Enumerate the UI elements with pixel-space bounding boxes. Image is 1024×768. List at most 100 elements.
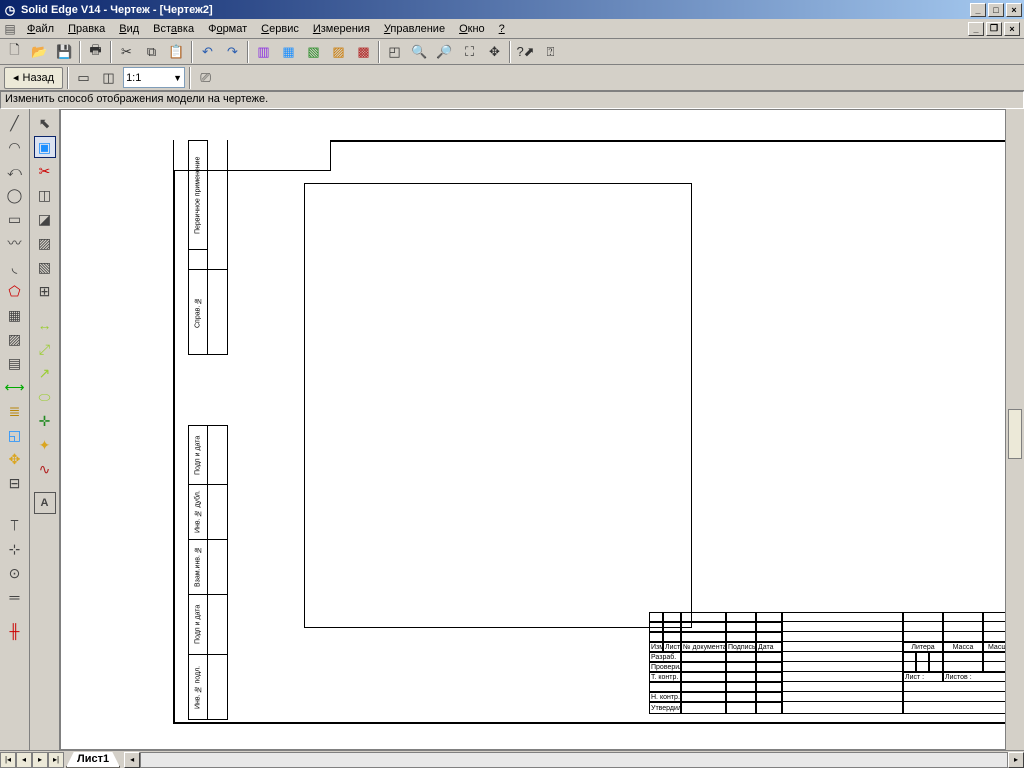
- menu-insert[interactable]: Вставка: [146, 21, 201, 37]
- scale-combo[interactable]: 1:1 ▼: [123, 67, 185, 88]
- undo-icon[interactable]: ↶: [196, 41, 219, 63]
- detail-view-b-icon[interactable]: ◪: [34, 208, 56, 230]
- move-axis-icon[interactable]: ✥: [4, 448, 26, 470]
- rect-tool-icon[interactable]: ▭: [4, 208, 26, 230]
- copy-icon[interactable]: ⧉: [140, 41, 163, 63]
- redo-icon[interactable]: ↷: [221, 41, 244, 63]
- select-tool-icon[interactable]: ⬉: [34, 112, 56, 134]
- draft-view-icon[interactable]: ▣: [34, 136, 56, 158]
- tb-right: Литера: [903, 642, 943, 652]
- mdi-restore-button[interactable]: ❐: [986, 22, 1002, 36]
- back-button[interactable]: ◂ Назад: [4, 67, 63, 89]
- text-tool-icon[interactable]: A: [34, 492, 56, 514]
- zoom-out-icon[interactable]: 🔎: [433, 41, 456, 63]
- tab-next-icon[interactable]: ▸: [32, 752, 48, 768]
- anchor-tool-icon[interactable]: ⊹: [4, 538, 26, 560]
- axis-icon[interactable]: ✦: [34, 434, 56, 456]
- menu-view[interactable]: Вид: [112, 21, 146, 37]
- sheet: Первичное применение Справ. № Подп и дат…: [81, 120, 1006, 730]
- zoom-fit-icon[interactable]: ⛶: [458, 41, 481, 63]
- hatch-tool-icon[interactable]: ▨: [4, 328, 26, 350]
- hatch-c-icon[interactable]: ▧: [34, 256, 56, 278]
- tool-a-icon[interactable]: ▥: [252, 41, 275, 63]
- menu-service[interactable]: Сервис: [254, 21, 306, 37]
- mdi-minimize-button[interactable]: _: [968, 22, 984, 36]
- zoom-area-icon[interactable]: ◰: [383, 41, 406, 63]
- menu-manage[interactable]: Управление: [377, 21, 452, 37]
- cut-icon[interactable]: ✂: [115, 41, 138, 63]
- close-button[interactable]: ×: [1006, 3, 1022, 17]
- origin-icon[interactable]: ✛: [34, 410, 56, 432]
- paste-icon[interactable]: 📋: [165, 41, 188, 63]
- menu-measure[interactable]: Измерения: [306, 21, 377, 37]
- arc-tool-icon[interactable]: ◠: [4, 136, 26, 158]
- draft-view-frame[interactable]: [304, 183, 692, 628]
- menu-format[interactable]: Формат: [201, 21, 254, 37]
- block-tool-icon[interactable]: ▤: [4, 352, 26, 374]
- line-tool-icon[interactable]: ╱: [4, 112, 26, 134]
- sidebar-handle[interactable]: [1008, 409, 1022, 459]
- spline-tool-icon[interactable]: 〰: [4, 232, 26, 254]
- minimize-button[interactable]: _: [970, 3, 986, 17]
- maximize-button[interactable]: □: [988, 3, 1004, 17]
- dim-b-icon[interactable]: ⤢: [34, 338, 56, 360]
- drawing-canvas[interactable]: Первичное применение Справ. № Подп и дат…: [60, 109, 1006, 750]
- dim-tool-icon[interactable]: ⟷: [4, 376, 26, 398]
- circle-tool-icon[interactable]: ◯: [4, 184, 26, 206]
- window-title: Solid Edge V14 - Чертеж - [Чертеж2]: [21, 4, 213, 16]
- new-doc-icon[interactable]: 🗋: [3, 41, 26, 63]
- grid-tool-icon[interactable]: ▦: [4, 304, 26, 326]
- tool-b-icon[interactable]: ▦: [277, 41, 300, 63]
- chevron-down-icon: ▼: [173, 73, 182, 83]
- side-label: Инв. № подл.: [189, 655, 207, 719]
- menu-window[interactable]: Окно: [452, 21, 492, 37]
- menu-help[interactable]: ?: [492, 21, 512, 37]
- balloon-icon[interactable]: ⬭: [34, 386, 56, 408]
- zoom-in-icon[interactable]: 🔍: [408, 41, 431, 63]
- tab-prev-icon[interactable]: ◂: [16, 752, 32, 768]
- fillet-tool-icon[interactable]: ◟: [4, 256, 26, 278]
- hint-bar: Изменить способ отображения модели на че…: [0, 91, 1024, 109]
- hatch-b-icon[interactable]: ▨: [34, 232, 56, 254]
- tb-label: Утвердил: [649, 702, 681, 714]
- table-icon[interactable]: ⊞: [34, 280, 56, 302]
- dim-a-icon[interactable]: ↔: [34, 314, 56, 336]
- tb-right: Лист :: [903, 672, 943, 682]
- mdi-close-button[interactable]: ×: [1004, 22, 1020, 36]
- document-icon[interactable]: ▤: [2, 21, 18, 37]
- box-tool-icon[interactable]: ◱: [4, 424, 26, 446]
- menu-file[interactable]: Файл: [20, 21, 61, 37]
- equal-tool-icon[interactable]: ═: [4, 586, 26, 608]
- open-icon[interactable]: 📂: [28, 41, 51, 63]
- arc2-tool-icon[interactable]: ⤺: [4, 160, 26, 182]
- curve-icon[interactable]: ∿: [34, 458, 56, 480]
- layout-b-icon[interactable]: ◫: [97, 67, 120, 89]
- target-tool-icon[interactable]: ⊙: [4, 562, 26, 584]
- tool-d-icon[interactable]: ▨: [327, 41, 350, 63]
- tool-e-icon[interactable]: ▩: [352, 41, 375, 63]
- menu-edit[interactable]: Правка: [61, 21, 112, 37]
- polygon-tool-icon[interactable]: ⬠: [4, 280, 26, 302]
- section-view-icon[interactable]: ✂: [34, 160, 56, 182]
- layers-tool-icon[interactable]: ≣: [4, 400, 26, 422]
- side-label: Подп и дата: [189, 426, 207, 484]
- leader-icon[interactable]: ↗: [34, 362, 56, 384]
- tab-first-icon[interactable]: |◂: [0, 752, 16, 768]
- whatsthis-icon[interactable]: ⍰: [539, 41, 562, 63]
- datum-tool-icon[interactable]: ⟙: [4, 514, 26, 536]
- pan-icon[interactable]: ✥: [483, 41, 506, 63]
- constraint-tool-icon[interactable]: ╫: [4, 620, 26, 642]
- horizontal-scrollbar[interactable]: ◂ ▸: [124, 752, 1024, 768]
- trim-tool-icon[interactable]: ⊟: [4, 472, 26, 494]
- sheet-tab[interactable]: Лист1: [66, 752, 120, 768]
- save-icon[interactable]: 💾: [53, 41, 76, 63]
- scroll-left-icon[interactable]: ◂: [124, 752, 140, 768]
- detail-view-a-icon[interactable]: ◫: [34, 184, 56, 206]
- tab-last-icon[interactable]: ▸|: [48, 752, 64, 768]
- help-pointer-icon[interactable]: ?⬈: [514, 41, 537, 63]
- tool-c-icon[interactable]: ▧: [302, 41, 325, 63]
- misc-tool-icon[interactable]: ⎚: [194, 67, 217, 89]
- print-icon[interactable]: 🖶: [84, 41, 107, 63]
- layout-a-icon[interactable]: ▭: [72, 67, 95, 89]
- scroll-right-icon[interactable]: ▸: [1008, 752, 1024, 768]
